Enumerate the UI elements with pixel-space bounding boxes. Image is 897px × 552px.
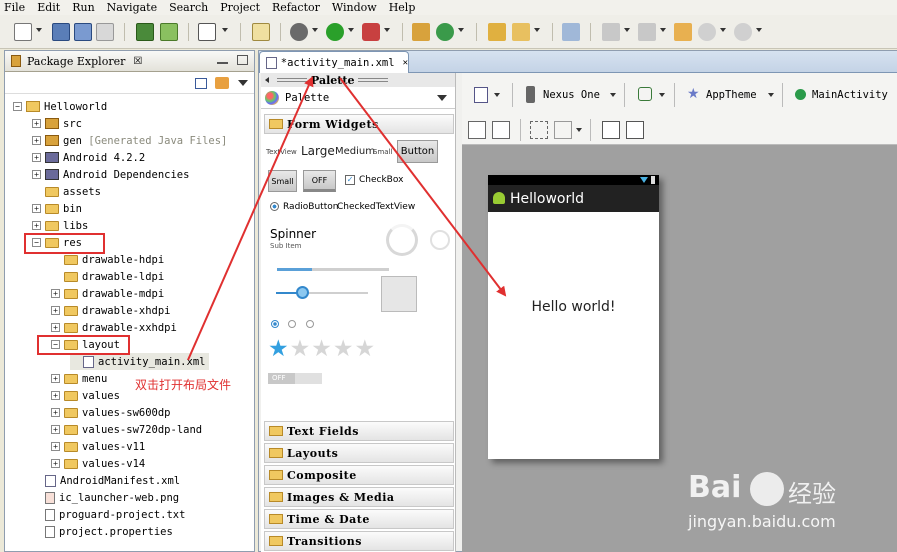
arrow-line-to-tab <box>187 76 314 361</box>
watermark-brand-cn: 经验 <box>788 480 836 508</box>
arrow-line-to-preview <box>339 77 507 297</box>
watermark-brand: Bai <box>688 470 742 505</box>
paw-icon <box>750 472 784 506</box>
baidu-watermark: Bai 经验 jingyan.baidu.com <box>686 468 892 548</box>
watermark-url: jingyan.baidu.com <box>688 512 836 531</box>
